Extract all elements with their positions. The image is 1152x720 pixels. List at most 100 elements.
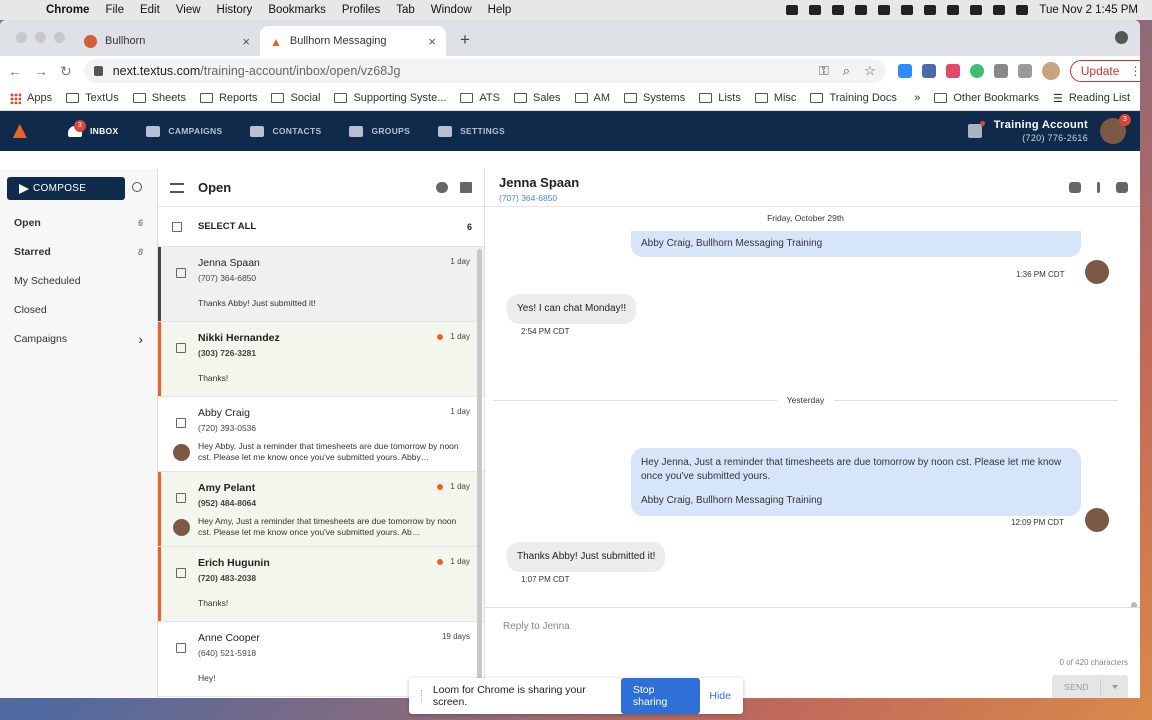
row-checkbox[interactable]	[176, 643, 186, 653]
menu-view[interactable]: View	[168, 4, 209, 16]
menu-help[interactable]: Help	[480, 4, 520, 16]
zoom-extension-icon[interactable]	[897, 64, 912, 78]
conversation-row[interactable]: Amy Pelant (952) 484-8064 1 day Hey Amy,…	[158, 472, 484, 547]
menu-tab[interactable]: Tab	[388, 4, 423, 16]
conversation-row[interactable]: Erich Hugunin (720) 483-2038 1 day Thank…	[158, 547, 484, 622]
spotlight-icon[interactable]	[970, 5, 983, 15]
reload-icon[interactable]: ↻	[60, 63, 72, 80]
tab-bullhorn-messaging[interactable]: ▲ Bullhorn Messaging ×	[260, 26, 446, 56]
menu-window[interactable]: Window	[423, 4, 480, 16]
envelope-icon[interactable]	[460, 182, 472, 193]
bookmark-sales[interactable]: Sales	[513, 92, 561, 104]
bluetooth-icon[interactable]	[901, 5, 914, 15]
bookmark-reports[interactable]: Reports	[199, 92, 257, 104]
close-tab-icon[interactable]: ×	[428, 34, 436, 49]
back-icon[interactable]: ←	[8, 63, 22, 79]
forward-icon[interactable]: →	[34, 63, 48, 79]
reading-list[interactable]: ☰ Reading List	[1053, 92, 1130, 105]
battery-icon[interactable]	[924, 5, 937, 15]
lock-icon[interactable]	[93, 66, 103, 76]
search-icon[interactable]	[132, 182, 142, 192]
nav-settings[interactable]: SETTINGS	[438, 125, 505, 137]
menu-file[interactable]: File	[97, 4, 132, 16]
key-icon[interactable]: ⚿	[819, 63, 829, 79]
bookmark-am[interactable]: AM	[574, 92, 610, 104]
tab-search-icon[interactable]	[1115, 31, 1128, 44]
media-queue-icon[interactable]	[1017, 64, 1032, 78]
compose-button[interactable]: COMPOSE	[7, 177, 125, 200]
reply-input[interactable]: Reply to Jenna	[503, 621, 570, 632]
bullhorn-logo-icon[interactable]: ▲	[8, 114, 54, 148]
nav-campaigns[interactable]: CAMPAIGNS	[146, 125, 222, 137]
user-icon[interactable]	[1016, 5, 1029, 15]
sidebar-item-my-scheduled[interactable]: My Scheduled	[0, 266, 157, 295]
contact-details-icon[interactable]	[1116, 182, 1128, 193]
row-checkbox[interactable]	[176, 343, 186, 353]
update-button[interactable]: Update ⋮	[1069, 60, 1140, 82]
extensions-puzzle-icon[interactable]	[993, 64, 1008, 78]
mic-icon[interactable]	[786, 5, 799, 15]
more-vert-icon[interactable]	[1097, 182, 1100, 193]
settings-icon[interactable]	[832, 5, 845, 15]
color-extension-icon[interactable]	[945, 64, 960, 78]
select-all-checkbox[interactable]	[172, 221, 182, 232]
people-icon[interactable]	[1069, 182, 1081, 193]
wifi-icon[interactable]	[947, 5, 960, 15]
bookmark-sheets[interactable]: Sheets	[132, 92, 186, 104]
close-tab-icon[interactable]: ×	[242, 34, 250, 49]
account-switcher[interactable]: Training Account (720) 776-2616	[994, 119, 1088, 143]
menu-history[interactable]: History	[209, 4, 261, 16]
sidebar-item-campaigns[interactable]: Campaigns ›	[0, 324, 157, 353]
profile-avatar[interactable]	[1041, 62, 1060, 80]
row-checkbox[interactable]	[176, 568, 186, 578]
menu-app[interactable]: Chrome	[38, 4, 97, 16]
collapse-menu-icon[interactable]	[170, 182, 184, 193]
bookmark-social[interactable]: Social	[271, 92, 320, 104]
hide-button[interactable]: Hide	[709, 690, 731, 702]
control-center-icon[interactable]	[993, 5, 1006, 15]
bookmark-training-docs[interactable]: Training Docs	[810, 92, 897, 104]
sidebar-item-open[interactable]: Open 6	[0, 208, 157, 237]
zoom-lens-icon[interactable]: ⌕	[843, 63, 850, 79]
bookmark-systems[interactable]: Systems	[624, 92, 685, 104]
row-checkbox[interactable]	[176, 268, 186, 278]
menu-bookmarks[interactable]: Bookmarks	[260, 4, 334, 16]
select-all-row[interactable]: SELECT ALL 6	[158, 207, 484, 247]
nav-groups[interactable]: GROUPS	[349, 125, 410, 137]
zoom-icon[interactable]	[809, 5, 822, 15]
url-field[interactable]: next.textus.com/training-account/inbox/o…	[83, 59, 886, 83]
sidebar-item-closed[interactable]: Closed	[0, 295, 157, 324]
bookmark-textus[interactable]: TextUs	[66, 92, 119, 104]
integrations-puzzle-icon[interactable]	[967, 121, 985, 138]
clock[interactable]: Tue Nov 2 1:45 PM	[1039, 4, 1138, 16]
row-checkbox[interactable]	[176, 418, 186, 428]
new-tab-button[interactable]: +	[460, 30, 470, 50]
bookmark-apps[interactable]: Apps	[10, 92, 52, 104]
moon-icon[interactable]	[855, 5, 868, 15]
bookmark-lists[interactable]: Lists	[699, 92, 741, 104]
conversation-row[interactable]: Jenna Spaan (707) 364-6850 1 day Thanks …	[158, 247, 484, 322]
bookmark-misc[interactable]: Misc	[754, 92, 796, 104]
contact-phone[interactable]: (707) 364-6850	[499, 193, 1126, 203]
bookmark-star-icon[interactable]: ☆	[864, 63, 876, 79]
tab-bullhorn[interactable]: Bullhorn ×	[74, 26, 260, 56]
menu-edit[interactable]: Edit	[132, 4, 168, 16]
nav-inbox[interactable]: 3 INBOX	[68, 119, 118, 137]
user-avatar[interactable]: 3	[1100, 114, 1131, 144]
stop-sharing-button[interactable]: Stop sharing	[620, 678, 701, 714]
bookmark-supporting-systems[interactable]: Supporting Syste...	[334, 92, 446, 104]
conversation-row[interactable]: Abby Craig (720) 393-0536 1 day Hey Abby…	[158, 397, 484, 472]
contact-name[interactable]: Jenna Spaan	[499, 175, 1126, 190]
play-icon[interactable]	[878, 5, 891, 15]
chat-bubble-icon[interactable]	[436, 182, 448, 193]
chat-extension-icon[interactable]	[969, 64, 984, 78]
list-scrollbar[interactable]	[477, 249, 482, 694]
window-controls[interactable]	[16, 32, 65, 43]
other-bookmarks[interactable]: Other Bookmarks	[934, 92, 1039, 104]
bookmarks-overflow-icon[interactable]: »	[914, 92, 920, 104]
bookmark-ats[interactable]: ATS	[460, 92, 500, 104]
conversation-row[interactable]: Nikki Hernandez (303) 726-3281 1 day Tha…	[158, 322, 484, 397]
menu-profiles[interactable]: Profiles	[334, 4, 388, 16]
drag-handle-icon[interactable]	[421, 690, 425, 702]
send-button[interactable]: SEND	[1052, 675, 1128, 698]
